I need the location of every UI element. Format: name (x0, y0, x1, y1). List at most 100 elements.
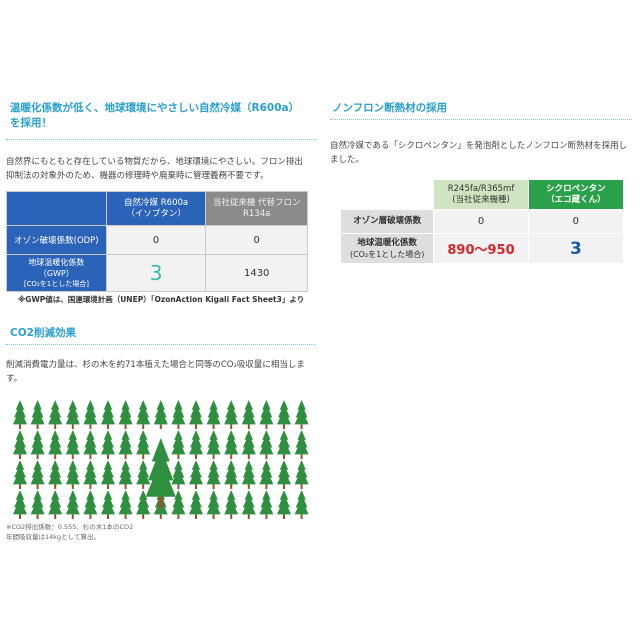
tree-crown (259, 430, 274, 455)
tree-trunk (107, 484, 109, 489)
tree-trunk (212, 454, 215, 459)
row-odp-label: オゾン破壊係数(ODP) (6, 225, 107, 255)
tree-trunk (265, 454, 268, 459)
right-text-line2: ました。 (330, 155, 365, 165)
small-cedar-tree (13, 430, 27, 459)
co2-text-line1: 削減消費電力量は、杉の木を約71本植えた場合と同等のCO₂吸収量に相当しま (6, 360, 305, 370)
small-cedar-tree (224, 490, 239, 519)
tree-crown (65, 400, 80, 425)
tree-crown (277, 460, 291, 485)
tree-trunk (283, 484, 285, 489)
small-cedar-tree (30, 460, 45, 489)
row-gwp-label-line1: 地球温暖化係数 (28, 257, 85, 267)
small-cedar-tree (171, 430, 186, 459)
tree-crown (101, 490, 115, 515)
tree-trunk (142, 514, 145, 519)
tree-crown (48, 430, 63, 455)
tree-trunk (142, 484, 145, 489)
small-cedar-tree (136, 460, 151, 489)
tree-crown (136, 460, 151, 485)
small-cedar-tree (30, 490, 45, 519)
co2-text-line2: す。 (6, 374, 23, 384)
tree-crown (171, 430, 186, 455)
tree-crown (206, 460, 221, 485)
small-cedar-tree (206, 400, 221, 429)
tree-trunk (54, 514, 57, 519)
tree-crown (189, 460, 203, 485)
tree-trunk (36, 484, 39, 489)
tree-trunk (212, 424, 215, 429)
cedar-trees-illustration (13, 400, 309, 519)
tree-trunk (195, 424, 197, 429)
header-conventional-line2: R134a (243, 208, 271, 219)
right-text-line1: 自然冷媒である「シクロペンタン」を発泡剤としたノンフロン断熱材を採用し (330, 141, 628, 151)
tree-crown (241, 460, 256, 485)
tree-trunk (142, 454, 145, 459)
header-r245fa-line1: R245fa/R365mf (447, 183, 515, 194)
tree-trunk (107, 514, 109, 519)
small-cedar-tree (206, 490, 221, 519)
tree-trunk (230, 514, 233, 519)
co2-footnote-line1: ※CO2排出係数：0.555、杉の木1本のCO2 (6, 523, 134, 531)
t2-row-gwp-label-line1: 地球温暖化係数 (357, 237, 417, 248)
small-cedar-tree (277, 460, 291, 489)
tree-crown (65, 490, 80, 515)
small-cedar-tree (118, 400, 133, 429)
tree-trunk (283, 454, 285, 459)
gwp-source-note: ※GWP値は、国連環境計画（UNEP）「OzonAction Kigali Fa… (18, 295, 305, 304)
left-intro-line1: 自然界にもともと存在している物質だから、地球環境にやさしい。フロン排出 (6, 157, 303, 167)
small-cedar-tree (294, 490, 309, 519)
small-cedar-tree (83, 460, 98, 489)
small-cedar-tree (277, 490, 291, 519)
right-heading-rule (330, 119, 632, 120)
tree-crown (101, 460, 115, 485)
small-cedar-tree (101, 400, 115, 429)
small-cedar-tree (65, 430, 80, 459)
small-cedar-tree (65, 400, 80, 429)
header-cyclopentane: シクロペンタン （エコ蔵くん） (527, 179, 625, 210)
small-cedar-tree (277, 400, 291, 429)
tree-trunk (71, 454, 74, 459)
tree-trunk (54, 484, 57, 489)
header-r245fa: R245fa/R365mf (当社従来機種) (433, 179, 529, 210)
left-heading-line1: 温暖化係数が低く、地球環境にやさしい自然冷媒（R600a） (10, 102, 300, 114)
tree-crown (83, 490, 98, 515)
tree-crown (118, 430, 133, 455)
tree-trunk (283, 514, 285, 519)
small-cedar-tree (189, 460, 203, 489)
tree-crown (83, 430, 98, 455)
small-cedar-tree (277, 430, 291, 459)
small-cedar-tree (83, 400, 98, 429)
small-cedar-tree (259, 460, 274, 489)
tree-crown (118, 490, 133, 515)
tree-trunk (177, 454, 180, 459)
small-cedar-tree (65, 490, 80, 519)
tree-crown (30, 430, 45, 455)
tree-trunk (177, 424, 180, 429)
tree-trunk (19, 424, 21, 429)
small-cedar-tree (206, 430, 221, 459)
small-cedar-tree (259, 400, 274, 429)
tree-trunk (265, 424, 268, 429)
tree-crown (241, 490, 256, 515)
tree-trunk (124, 514, 127, 519)
left-heading-rule (6, 139, 316, 140)
t2-corner (339, 179, 435, 210)
tree-trunk (19, 514, 21, 519)
tree-crown (206, 400, 221, 425)
tree-crown (83, 400, 98, 425)
tree-crown (277, 400, 291, 425)
co2-footnote: ※CO2排出係数：0.555、杉の木1本のCO2 年間吸収量は14kgとして算出… (6, 522, 133, 542)
tree-crown (118, 460, 133, 485)
tree-crown (65, 460, 80, 485)
tree-trunk (195, 514, 197, 519)
tree-trunk (54, 424, 57, 429)
row-odp-conventional: 0 (205, 225, 308, 255)
tree-crown (136, 400, 151, 425)
tree-trunk (89, 454, 92, 459)
row-odp-natural: 0 (105, 225, 207, 255)
t2-row-odp-r245fa: 0 (433, 209, 529, 234)
tree-crown (259, 460, 274, 485)
small-cedar-tree (48, 460, 63, 489)
tree-trunk (107, 424, 109, 429)
